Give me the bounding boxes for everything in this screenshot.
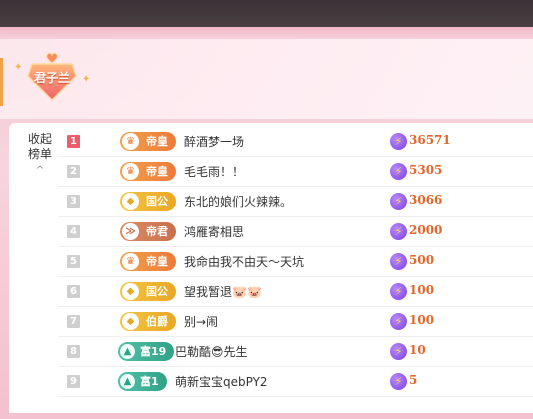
- contribution-score: 5305: [409, 163, 443, 177]
- level-badge: ◆ 国公: [120, 192, 176, 211]
- sparkle-icon: ✦: [82, 74, 91, 85]
- contribution-score: 10: [409, 343, 426, 357]
- contribution-score: 2000: [409, 223, 443, 237]
- user-name[interactable]: 巴勒酷😎先生: [175, 343, 248, 360]
- level-badge: ♛ 帝皇: [120, 132, 176, 151]
- level-badge: ♛ 帝皇: [120, 162, 176, 181]
- user-name[interactable]: 萌新宝宝qebPY2: [175, 373, 268, 390]
- crown-icon: ♛: [122, 163, 139, 180]
- triangle-icon: ▲: [120, 374, 135, 389]
- lightning-icon: ⚡: [390, 313, 407, 330]
- level-label: 帝皇: [146, 135, 168, 148]
- sparkle-icon: ✦: [14, 62, 23, 73]
- contribution-score: 5: [409, 373, 418, 387]
- user-name[interactable]: 望我暂退🐷🐷: [184, 283, 262, 300]
- accent-stripe: [0, 58, 3, 106]
- contribution-score: 100: [409, 313, 435, 327]
- lightning-icon: ⚡: [390, 193, 407, 210]
- lightning-icon: ⚡: [390, 133, 407, 150]
- contribution-score: 500: [409, 253, 435, 267]
- rank-number: 4: [67, 225, 80, 238]
- diamond-icon: ◆: [122, 193, 139, 210]
- level-label: 帝皇: [146, 165, 168, 178]
- rank-number: 6: [67, 285, 80, 298]
- user-name[interactable]: 东北的娘们火辣辣。: [184, 193, 292, 210]
- ranking-row[interactable]: 1 ♛ 帝皇 醉酒梦一场 ⚡ 36571: [58, 127, 533, 157]
- level-badge: ▲ 富19: [118, 342, 175, 361]
- badge-label: 君子兰: [33, 71, 70, 85]
- level-label: 富19: [140, 345, 167, 358]
- diamond-icon: ◆: [122, 283, 139, 300]
- ranking-row[interactable]: 9 ▲ 富1 萌新宝宝qebPY2 ⚡ 5: [58, 367, 533, 397]
- contribution-score: 3066: [409, 193, 443, 207]
- rank-number: 8: [67, 345, 80, 358]
- ranking-row[interactable]: 6 ◆ 国公 望我暂退🐷🐷 ⚡ 100: [58, 277, 533, 307]
- ranking-row[interactable]: 4 ≫ 帝君 鸿雁寄相思 ⚡ 2000: [58, 217, 533, 247]
- level-badge: ♛ 帝皇: [120, 252, 176, 271]
- diamond-icon: ◆: [122, 313, 139, 330]
- level-badge: ▲ 富1: [118, 372, 167, 391]
- level-label: 国公: [146, 195, 168, 208]
- rank-number: 9: [67, 375, 80, 388]
- collapse-ranking-button[interactable]: 收起 榜单 ^: [25, 132, 55, 178]
- level-label: 富1: [140, 375, 159, 388]
- contribution-score: 100: [409, 283, 435, 297]
- level-label: 帝君: [146, 225, 168, 238]
- crown-icon: ♛: [122, 253, 139, 270]
- user-name[interactable]: 醉酒梦一场: [184, 133, 244, 150]
- level-label: 帝皇: [146, 255, 168, 268]
- user-name[interactable]: 鸿雁寄相思: [184, 223, 244, 240]
- user-name[interactable]: 我命由我不由天～天坑: [184, 253, 304, 270]
- user-name[interactable]: 毛毛雨！！: [184, 163, 244, 180]
- contribution-score: 36571: [409, 133, 451, 147]
- lightning-icon: ⚡: [390, 163, 407, 180]
- rank-number: 5: [67, 255, 80, 268]
- decor-band: [0, 27, 533, 39]
- ranking-row[interactable]: 5 ♛ 帝皇 我命由我不由天～天坑 ⚡ 500: [58, 247, 533, 277]
- ranking-row[interactable]: 3 ◆ 国公 东北的娘们火辣辣。 ⚡ 3066: [58, 187, 533, 217]
- rank-number: 3: [67, 195, 80, 208]
- row-divider: [58, 396, 533, 397]
- level-badge: ≫ 帝君: [120, 222, 176, 241]
- chevron-up-icon: ^: [35, 165, 45, 176]
- collapse-label-line2: 榜单: [27, 147, 52, 161]
- ranking-row[interactable]: 8 ▲ 富19 巴勒酷😎先生 ⚡ 10: [58, 337, 533, 367]
- lightning-icon: ⚡: [390, 343, 407, 360]
- rank-number: 2: [67, 165, 80, 178]
- top-bar: [0, 0, 533, 27]
- fan-badge[interactable]: 君子兰: [20, 52, 84, 102]
- level-badge: ◆ 伯爵: [120, 312, 176, 331]
- level-label: 国公: [146, 285, 168, 298]
- user-name[interactable]: 别→闹: [184, 313, 218, 330]
- lightning-icon: ⚡: [390, 373, 407, 390]
- ranking-row[interactable]: 2 ♛ 帝皇 毛毛雨！！ ⚡ 5305: [58, 157, 533, 187]
- collapse-label-line1: 收起: [27, 132, 52, 146]
- level-label: 伯爵: [146, 315, 168, 328]
- lightning-icon: ⚡: [390, 283, 407, 300]
- rank-number: 7: [67, 315, 80, 328]
- lightning-icon: ⚡: [390, 223, 407, 240]
- chevron-icon: ≫: [122, 223, 139, 240]
- triangle-icon: ▲: [120, 344, 135, 359]
- ranking-row[interactable]: 7 ◆ 伯爵 别→闹 ⚡ 100: [58, 307, 533, 337]
- level-badge: ◆ 国公: [120, 282, 176, 301]
- lightning-icon: ⚡: [390, 253, 407, 270]
- crown-icon: ♛: [122, 133, 139, 150]
- rank-number: 1: [67, 135, 80, 148]
